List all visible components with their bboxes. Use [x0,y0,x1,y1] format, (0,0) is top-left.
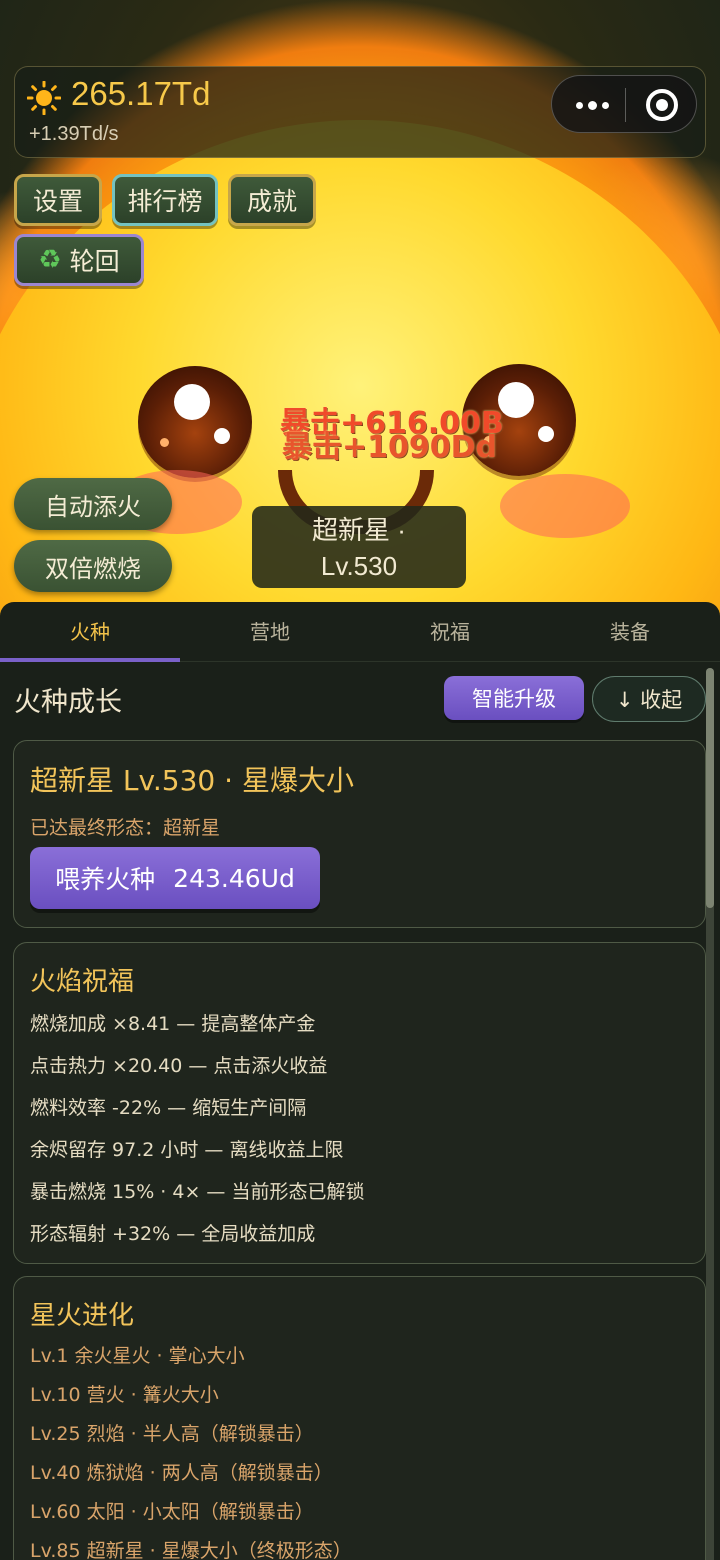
crit-popup: 暴击+1090Dd [282,430,498,465]
blessing-line: 形态辐射 +32% — 全局收益加成 [30,1223,316,1245]
double-burn-button[interactable]: 双倍燃烧 [14,540,172,592]
evolution-line: Lv.60 太阳 · 小太阳（解锁暴击） [30,1501,314,1523]
tab-spark[interactable]: 火种 [0,602,180,662]
tab-blessing[interactable]: 祝福 [360,602,540,662]
feed-spark-button[interactable]: 喂养火种 243.46Ud [30,847,320,909]
more-menu-icon[interactable] [566,76,622,134]
blessing-line: 余烬留存 97.2 小时 — 离线收益上限 [30,1139,344,1161]
growth-card: 超新星 Lv.530 · 星爆大小 已达最终形态：超新星 喂养火种 243.46… [13,740,706,928]
achievements-button[interactable]: 成就 [228,174,316,226]
miniprogram-capsule [551,75,697,133]
close-miniprogram-icon[interactable] [646,89,678,121]
scrollbar[interactable] [706,668,714,1560]
auto-fuel-button[interactable]: 自动添火 [14,478,172,530]
active-tab-indicator [0,658,180,662]
recycle-icon: ♻ [38,245,62,275]
blessing-title: 火焰祝福 [30,967,135,997]
stage-level: Lv.530 [320,551,398,581]
evolution-title: 星火进化 [30,1301,135,1331]
blessing-card: 火焰祝福 燃烧加成 ×8.41 — 提高整体产金 点击热力 ×20.40 — 点… [13,942,706,1264]
game-scene[interactable]: 暴击+616.00B 暴击+1090Dd 265.17Td +1.39Td/s … [0,0,720,620]
section-title: 火种成长 [14,687,122,718]
growth-subtitle: 已达最终形态：超新星 [30,817,221,839]
currency-amount: 265.17Td [71,75,211,112]
scrollbar-thumb[interactable] [706,668,714,908]
left-eye [138,366,252,478]
evolution-line: Lv.85 超新星 · 星爆大小（终极形态） [30,1540,352,1560]
collapse-button[interactable]: ↓ 收起 [592,676,706,722]
stage-badge: 超新星 · Lv.530 [252,506,466,588]
stage-name: 超新星 · [312,515,406,545]
blessing-line: 点击热力 ×20.40 — 点击添火收益 [30,1055,328,1077]
bottom-panel: 火种 营地 祝福 装备 火种成长 智能升级 ↓ 收起 超新星 Lv.530 · … [0,602,720,1560]
feed-cost: 243.46Ud [173,863,295,893]
evolution-line: Lv.10 营火 · 篝火大小 [30,1384,219,1406]
evolution-line: Lv.25 烈焰 · 半人高（解锁暴击） [30,1423,314,1445]
evolution-line: Lv.40 炼狱焰 · 两人高（解锁暴击） [30,1462,333,1484]
growth-title: 超新星 Lv.530 · 星爆大小 [30,764,354,797]
sun-icon [27,81,61,115]
rebirth-label: 轮回 [69,247,120,276]
capsule-divider [625,88,626,122]
tab-bar: 火种 营地 祝福 装备 [0,602,720,662]
evolution-card: 星火进化 Lv.1 余火星火 · 掌心大小 Lv.10 营火 · 篝火大小 Lv… [13,1276,706,1560]
evolution-line: Lv.1 余火星火 · 掌心大小 [30,1345,245,1367]
blessing-line: 燃料效率 -22% — 缩短生产间隔 [30,1097,307,1119]
settings-button[interactable]: 设置 [14,174,102,226]
smart-upgrade-button[interactable]: 智能升级 [444,676,584,720]
leaderboard-button[interactable]: 排行榜 [112,174,218,226]
currency-rate: +1.39Td/s [29,123,119,145]
blessing-line: 燃烧加成 ×8.41 — 提高整体产金 [30,1013,316,1035]
tab-camp[interactable]: 营地 [180,602,360,662]
feed-label: 喂养火种 [55,865,156,894]
currency-bar: 265.17Td +1.39Td/s [14,66,706,158]
rebirth-button[interactable]: ♻ 轮回 [14,234,144,286]
tab-equipment[interactable]: 装备 [540,602,720,662]
right-cheek [500,474,630,538]
blessing-line: 暴击燃烧 15% · 4× — 当前形态已解锁 [30,1181,365,1203]
